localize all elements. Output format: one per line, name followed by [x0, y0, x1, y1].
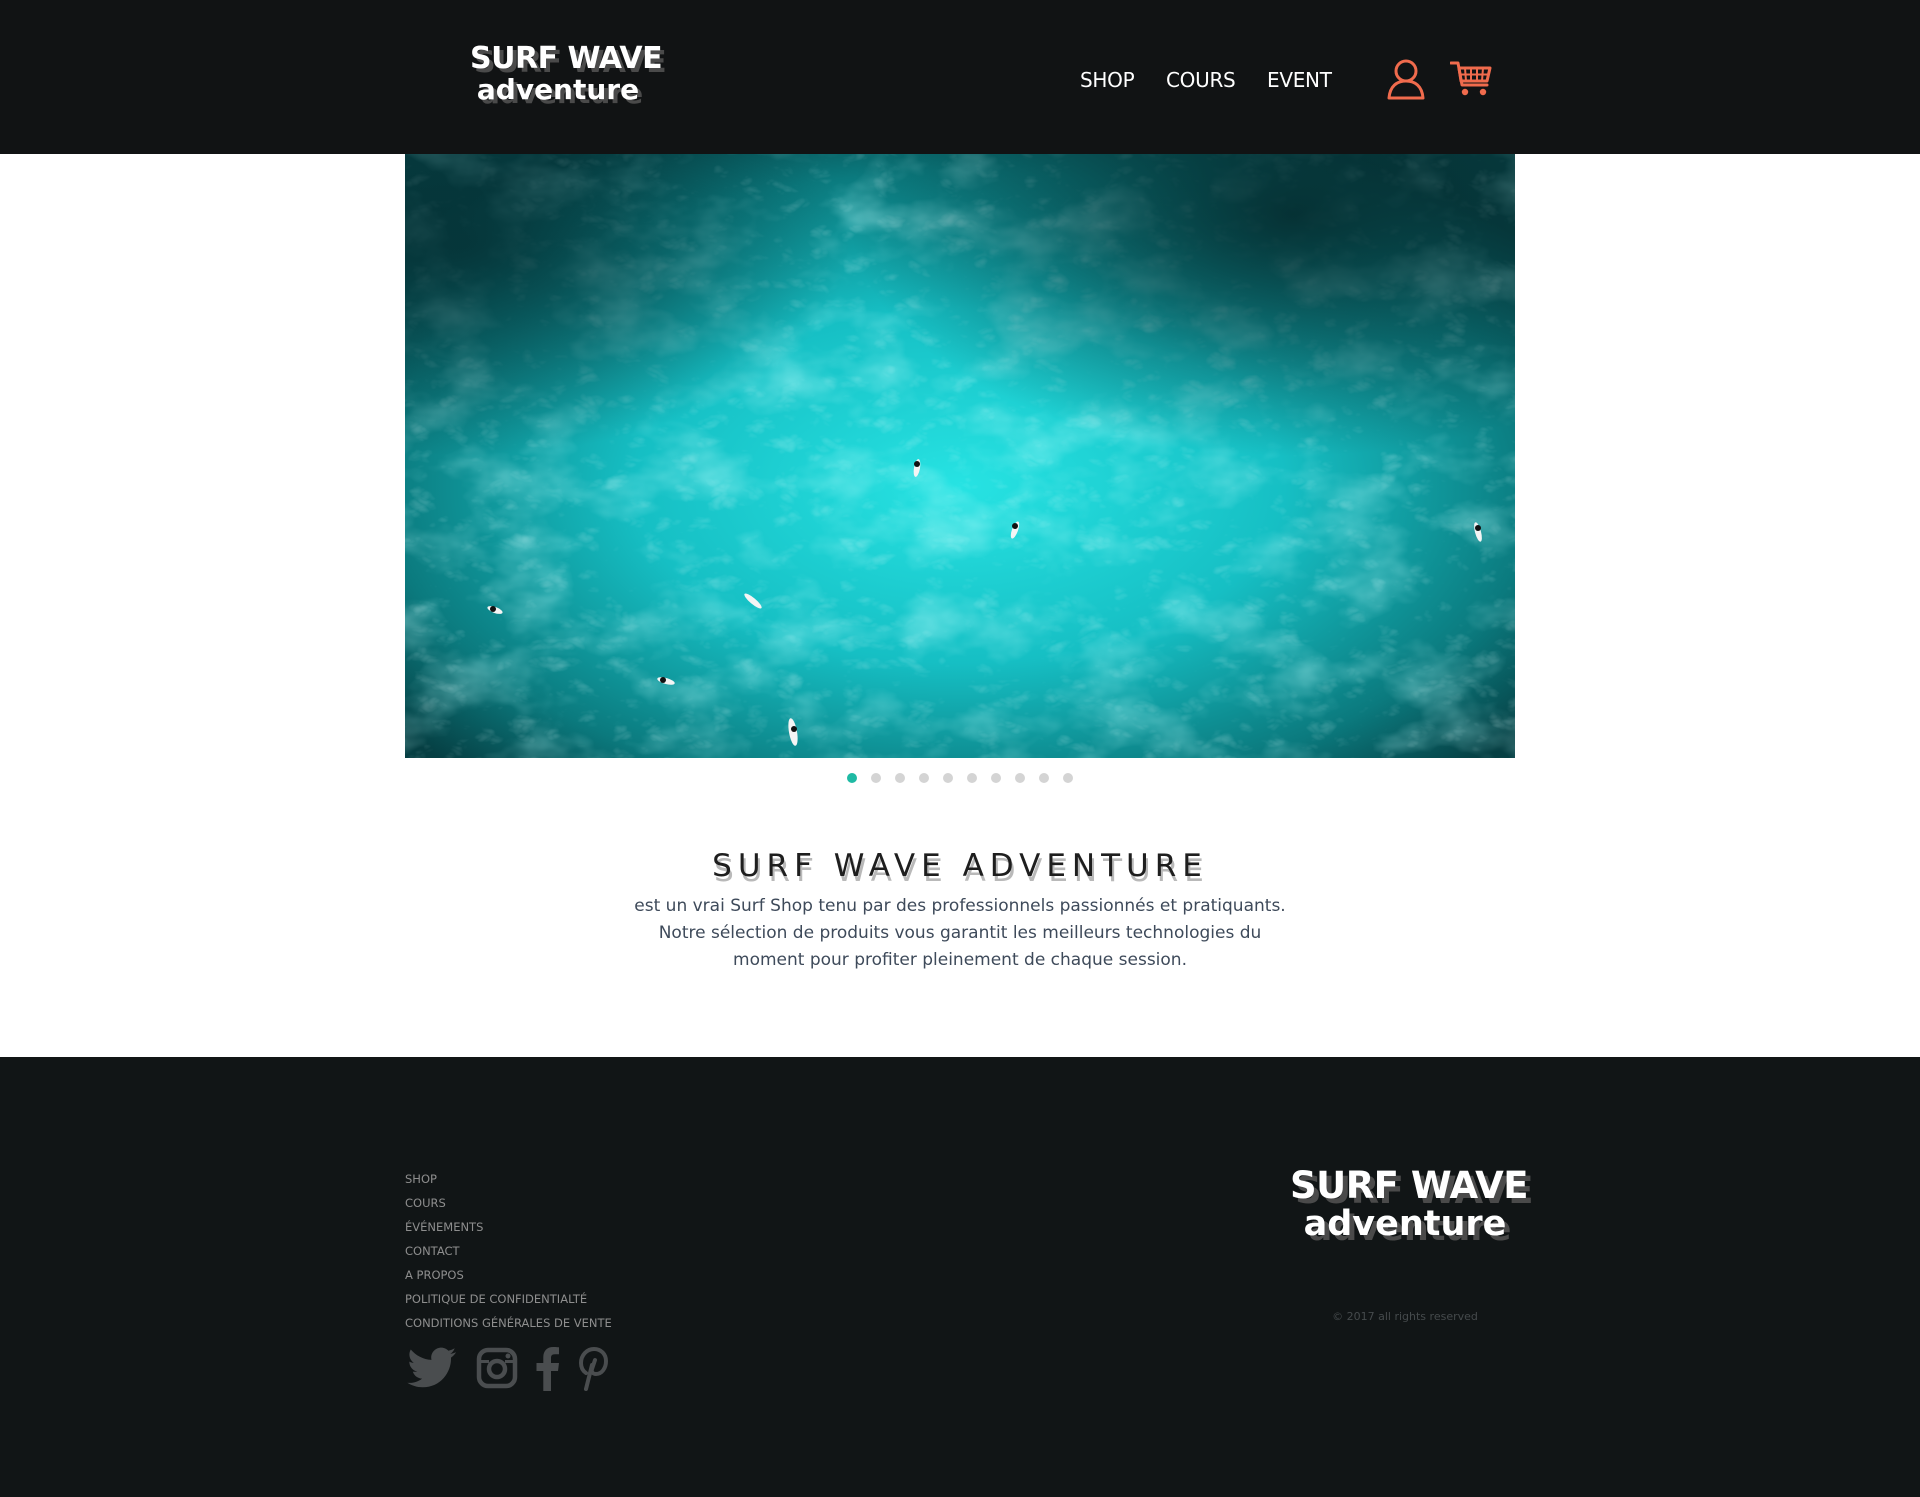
- site-footer: SHOP COURS ÉVÉNEMENTS CONTACT A PROPOS P…: [0, 1057, 1920, 1497]
- slider-dot[interactable]: [1063, 773, 1073, 783]
- hero-image: [405, 154, 1515, 758]
- footer-link-shop[interactable]: SHOP: [405, 1172, 612, 1196]
- pinterest-icon[interactable]: [577, 1347, 609, 1391]
- hero-slider[interactable]: [405, 154, 1515, 758]
- slider-dot[interactable]: [991, 773, 1001, 783]
- slider-dot[interactable]: [871, 773, 881, 783]
- intro-title: SURF WAVE ADVENTURE: [712, 848, 1208, 884]
- intro-text: est un vrai Surf Shop tenu par des profe…: [600, 893, 1320, 974]
- footer-link-confidentialite[interactable]: POLITIQUE DE CONFIDENTIALTÉ: [405, 1292, 612, 1316]
- slider-dot[interactable]: [967, 773, 977, 783]
- slider-dot[interactable]: [919, 773, 929, 783]
- nav-shop[interactable]: SHOP: [1080, 68, 1135, 92]
- footer-links: SHOP COURS ÉVÉNEMENTS CONTACT A PROPOS P…: [405, 1172, 612, 1340]
- slider-dot[interactable]: [895, 773, 905, 783]
- footer-logo[interactable]: SURF WAVE adventure: [1290, 1164, 1529, 1244]
- footer-link-cours[interactable]: COURS: [405, 1196, 612, 1220]
- nav-event[interactable]: EVENT: [1267, 68, 1332, 92]
- cart-icon[interactable]: [1450, 58, 1492, 98]
- slider-dot[interactable]: [1039, 773, 1049, 783]
- nav-cours[interactable]: COURS: [1166, 68, 1236, 92]
- intro-line: Notre sélection de produits vous garanti…: [658, 923, 1262, 943]
- slider-dot[interactable]: [1015, 773, 1025, 783]
- intro-line: moment pour profiter pleinement de chaqu…: [733, 950, 1187, 970]
- intro-line: est un vrai Surf Shop tenu par des profe…: [634, 896, 1286, 916]
- facebook-icon[interactable]: [535, 1347, 559, 1391]
- logo-line1: SURF WAVE: [470, 41, 663, 76]
- logo-line1: SURF WAVE: [1290, 1164, 1529, 1207]
- footer-link-contact[interactable]: CONTACT: [405, 1244, 612, 1268]
- footer-link-evenements[interactable]: ÉVÉNEMENTS: [405, 1220, 612, 1244]
- instagram-icon[interactable]: [476, 1347, 518, 1389]
- slider-dot[interactable]: [847, 773, 857, 783]
- header-logo[interactable]: SURF WAVE adventure: [470, 41, 663, 106]
- footer-link-a-propos[interactable]: A PROPOS: [405, 1268, 612, 1292]
- twitter-icon[interactable]: [407, 1347, 457, 1391]
- footer-link-cgv[interactable]: CONDITIONS GÉNÉRALES DE VENTE: [405, 1316, 612, 1340]
- logo-line2: adventure: [476, 73, 640, 106]
- slider-dots: [847, 773, 1077, 785]
- logo-line2: adventure: [1303, 1204, 1507, 1244]
- copyright: © 2017 all rights reserved: [1332, 1310, 1478, 1323]
- slider-dot[interactable]: [943, 773, 953, 783]
- site-header: SURF WAVE adventure SHOP COURS EVENT: [0, 0, 1920, 154]
- user-icon[interactable]: [1386, 58, 1426, 100]
